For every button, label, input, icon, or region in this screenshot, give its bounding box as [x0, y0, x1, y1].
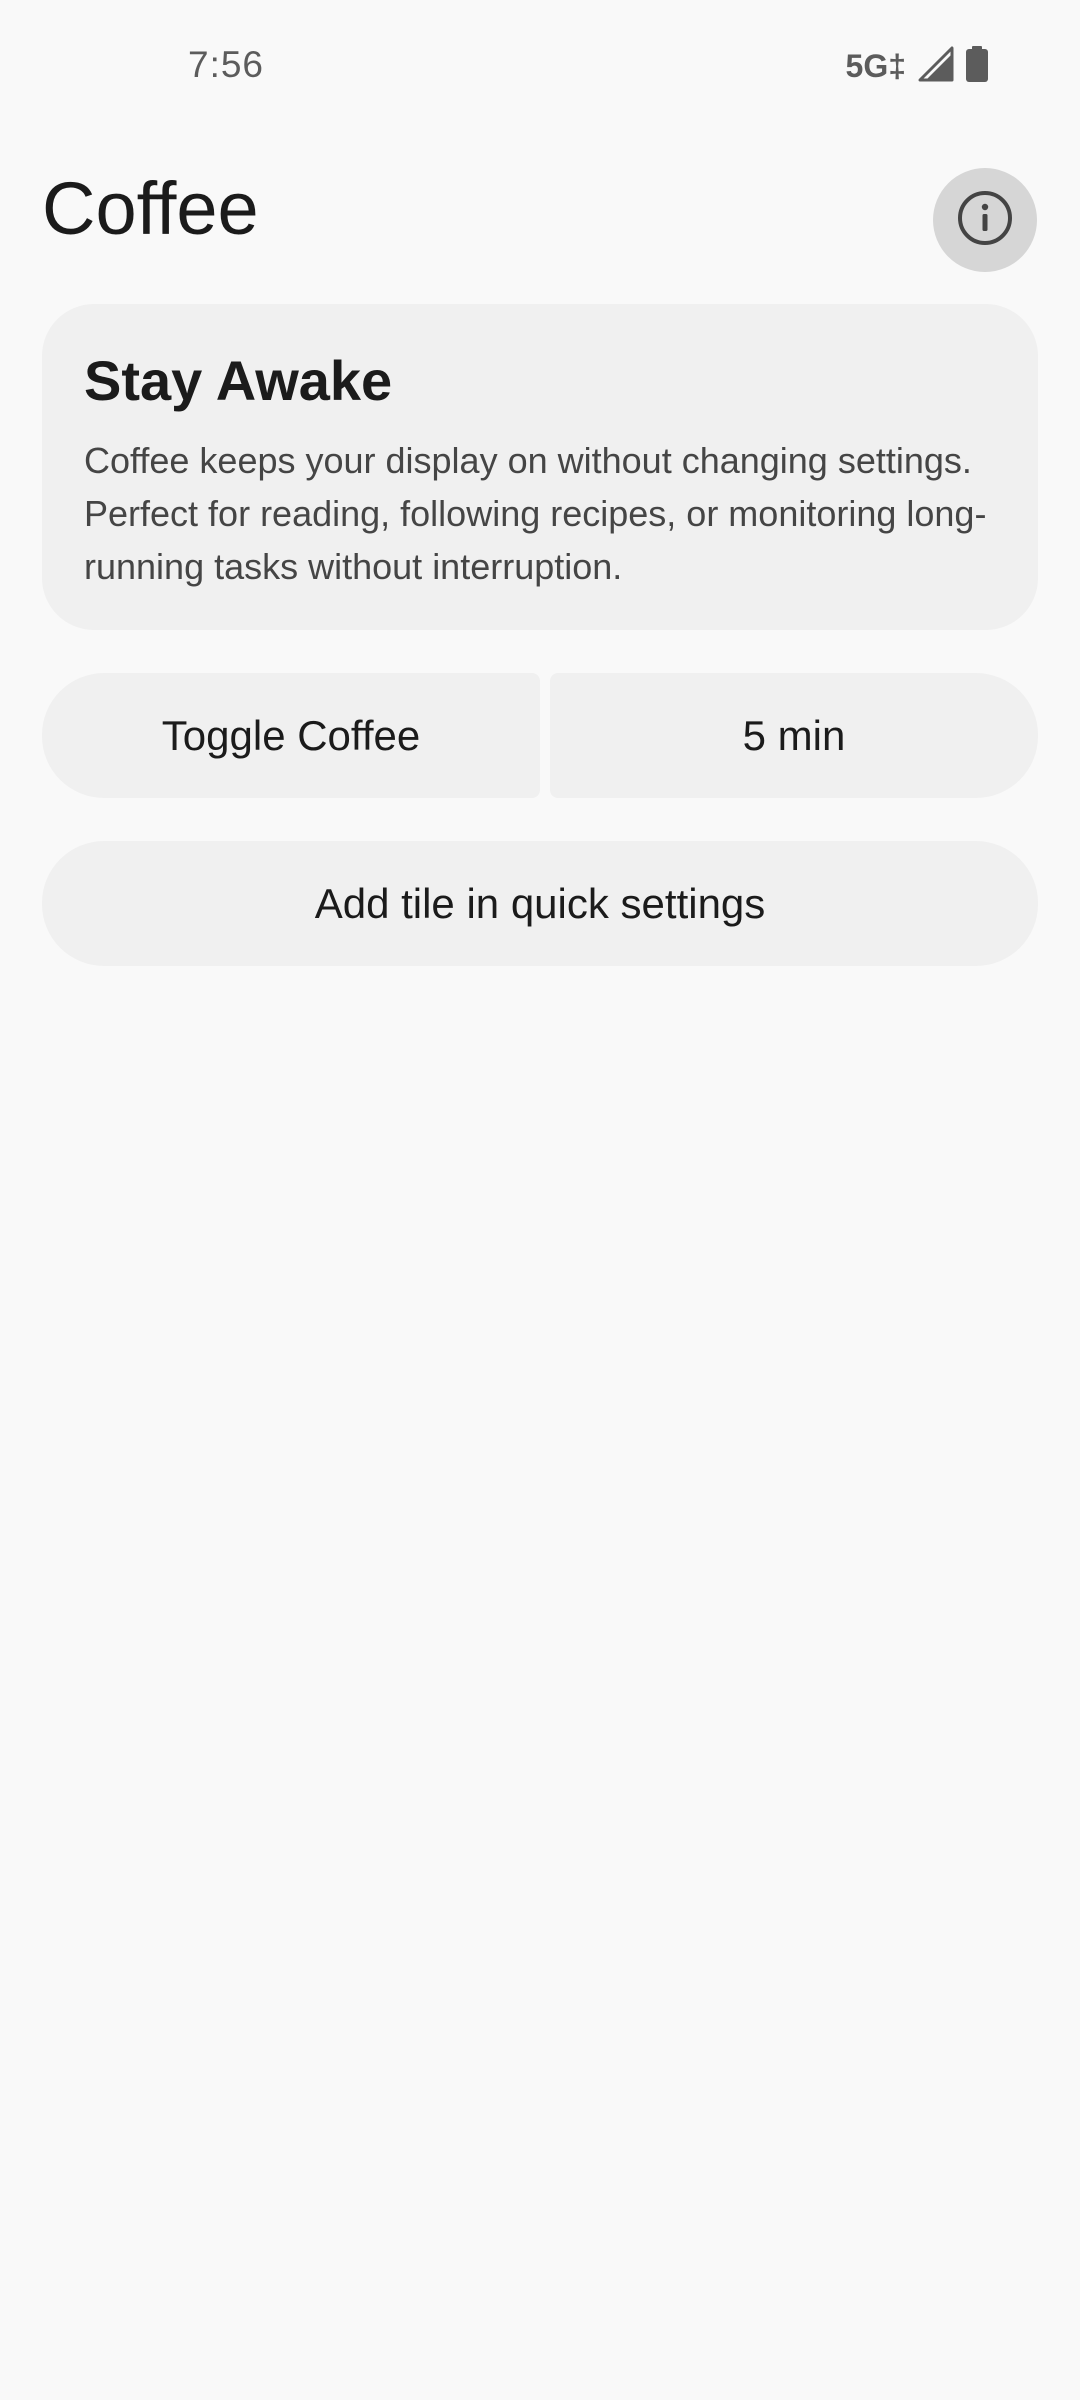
signal-icon: [918, 46, 954, 87]
status-time: 7:56: [188, 44, 265, 85]
status-icons: 5G‡: [846, 46, 988, 87]
duration-label: 5 min: [742, 711, 846, 759]
card-description: Coffee keeps your display on without cha…: [84, 439, 987, 587]
add-tile-button[interactable]: Add tile in quick settings: [42, 841, 1038, 966]
card-title: Stay Awake: [84, 349, 393, 412]
toggle-coffee-button[interactable]: Toggle Coffee: [42, 673, 540, 798]
app-screen: 7:56 5G‡ Coffee Stay Awake Coffee keeps …: [0, 0, 1080, 2400]
network-type-label: 5G‡: [845, 48, 906, 84]
toggle-coffee-label: Toggle Coffee: [161, 711, 421, 759]
page-title: Coffee: [42, 167, 259, 250]
info-icon: [955, 188, 1015, 253]
stay-awake-card: Stay Awake Coffee keeps your display on …: [42, 304, 1038, 630]
duration-button[interactable]: 5 min: [550, 673, 1038, 798]
add-tile-label: Add tile in quick settings: [314, 879, 766, 927]
status-bar: 7:56 5G‡: [0, 0, 1080, 130]
info-button[interactable]: [933, 168, 1037, 272]
battery-icon: [966, 46, 988, 87]
